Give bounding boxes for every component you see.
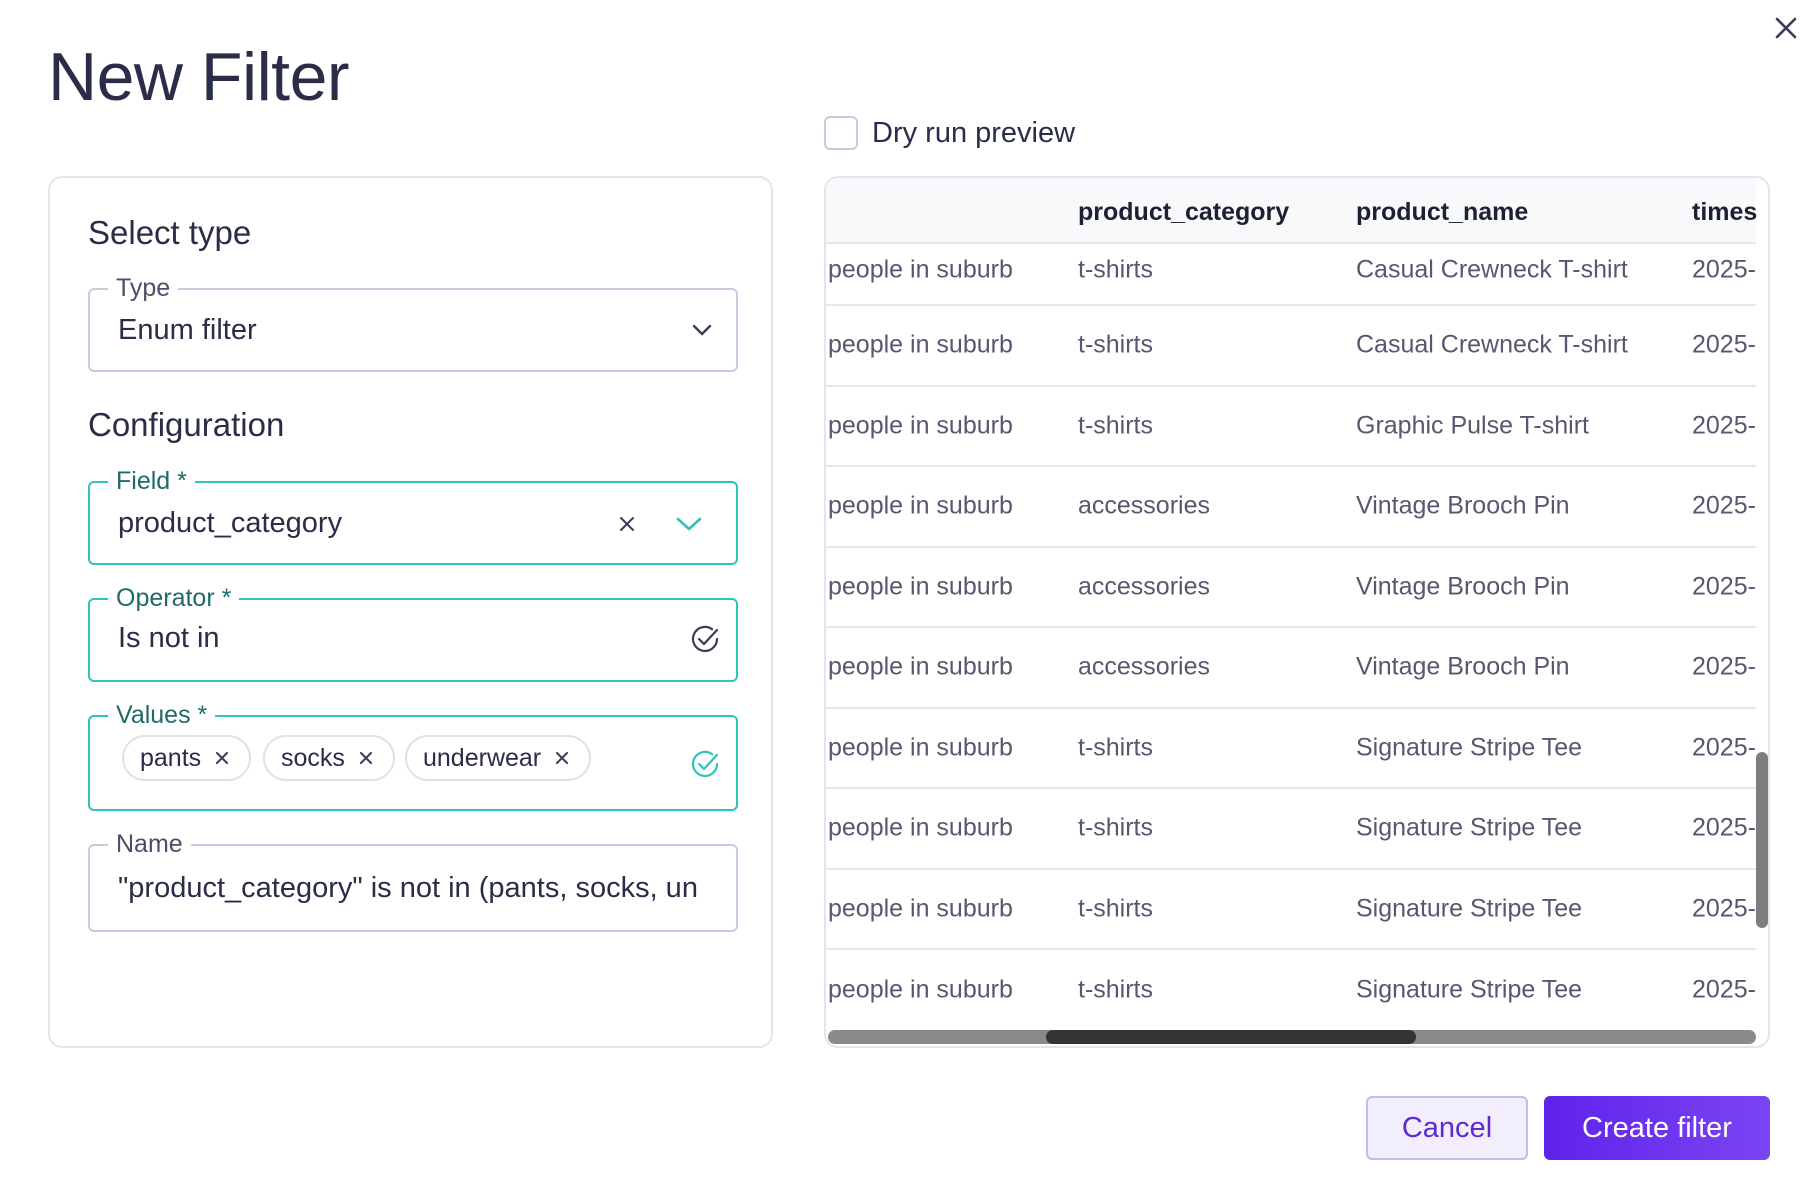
horizontal-scrollbar-thumb[interactable] [1046, 1030, 1416, 1044]
table-cell: people in suburb [828, 652, 1013, 681]
table-cell: t-shirts [1078, 255, 1153, 284]
table-row: people in suburb t-shirts Casual Crewnec… [826, 244, 1756, 306]
table-cell: accessories [1078, 652, 1210, 681]
table-cell: people in suburb [828, 813, 1013, 842]
table-cell: people in suburb [828, 894, 1013, 923]
table-row: people in suburb accessories Vintage Bro… [826, 548, 1756, 628]
table-row: people in suburb t-shirts Graphic Pulse … [826, 387, 1756, 467]
table-row: people in suburb accessories Vintage Bro… [826, 628, 1756, 709]
table-cell: t-shirts [1078, 733, 1153, 762]
cancel-button[interactable]: Cancel [1366, 1096, 1528, 1160]
table-row: people in suburb t-shirts Signature Stri… [826, 870, 1756, 950]
table-cell: people in suburb [828, 491, 1013, 520]
dry-run-label: Dry run preview [872, 116, 1076, 149]
check-circle-icon [688, 622, 722, 656]
chip-label: underwear [423, 743, 542, 772]
column-header: times [1692, 198, 1758, 226]
table-cell: 2025- [1692, 330, 1756, 359]
table-row: people in suburb t-shirts Signature Stri… [826, 950, 1756, 1031]
table-cell: Signature Stripe Tee [1356, 733, 1583, 762]
table-cell: Signature Stripe Tee [1356, 813, 1583, 842]
value-chip-underwear: underwear [405, 735, 592, 781]
table-cell: people in suburb [828, 572, 1013, 601]
horizontal-scrollbar[interactable] [828, 1030, 1756, 1044]
table-cell: 2025- [1692, 733, 1756, 762]
table-cell: Graphic Pulse T-shirt [1356, 411, 1589, 440]
table-cell: t-shirts [1078, 411, 1153, 440]
remove-chip-icon[interactable] [551, 747, 573, 769]
table-cell: Vintage Brooch Pin [1356, 652, 1570, 681]
table-cell: accessories [1078, 491, 1210, 520]
remove-chip-icon[interactable] [355, 747, 377, 769]
table-cell: 2025- [1692, 813, 1756, 842]
vertical-scrollbar[interactable] [1756, 752, 1768, 928]
table-cell: t-shirts [1078, 894, 1153, 923]
chip-label: pants [140, 743, 202, 772]
table-cell: people in suburb [828, 733, 1013, 762]
table-cell: Casual Crewneck T-shirt [1356, 255, 1628, 284]
table-cell: people in suburb [828, 975, 1013, 1004]
table-cell: 2025- [1692, 491, 1756, 520]
remove-chip-icon[interactable] [211, 747, 233, 769]
type-value: Enum filter [118, 314, 257, 346]
table-cell: Signature Stripe Tee [1356, 894, 1583, 923]
table-cell: accessories [1078, 572, 1210, 601]
field-label: Field * [108, 466, 195, 496]
table-cell: 2025- [1692, 411, 1756, 440]
table-cell: Vintage Brooch Pin [1356, 491, 1570, 520]
dry-run-toggle[interactable]: Dry run preview [824, 116, 1075, 150]
operator-value: Is not in [118, 622, 220, 654]
table-cell: t-shirts [1078, 975, 1153, 1004]
operator-label: Operator * [108, 583, 240, 613]
configuration-heading: Configuration [88, 406, 285, 443]
clear-icon[interactable] [614, 511, 640, 537]
table-row: people in suburb accessories Vintage Bro… [826, 467, 1756, 548]
type-label: Type [108, 273, 179, 303]
type-select[interactable]: Type Enum filter [88, 273, 738, 372]
table-cell: 2025- [1692, 652, 1756, 681]
filter-config-panel: Select type Type Enum filter Configurati… [48, 176, 773, 1048]
table-cell: t-shirts [1078, 330, 1153, 359]
preview-table: product_category product_name times peop… [824, 176, 1770, 1048]
name-value[interactable]: "product_category" is not in (pants, soc… [118, 872, 718, 905]
dry-run-checkbox[interactable] [824, 116, 858, 150]
name-label: Name [108, 829, 191, 859]
table-cell: Vintage Brooch Pin [1356, 572, 1570, 601]
table-cell: t-shirts [1078, 813, 1153, 842]
values-label: Values * [108, 700, 216, 730]
chip-label: socks [281, 743, 345, 772]
column-header: product_category [1078, 198, 1290, 226]
field-value: product_category [118, 507, 343, 539]
table-row: people in suburb t-shirts Signature Stri… [826, 789, 1756, 870]
table-cell: 2025- [1692, 255, 1756, 284]
table-cell: 2025- [1692, 975, 1756, 1004]
table-cell: Casual Crewneck T-shirt [1356, 330, 1628, 359]
operator-select[interactable]: Operator * Is not in [88, 583, 738, 682]
create-filter-button[interactable]: Create filter [1544, 1096, 1770, 1160]
table-row: people in suburb t-shirts Casual Crewnec… [826, 306, 1756, 387]
table-cell: 2025- [1692, 894, 1756, 923]
table-row: people in suburb t-shirts Signature Stri… [826, 709, 1756, 789]
values-multiselect[interactable]: Values * pants socks underwear [88, 700, 738, 811]
table-cell: people in suburb [828, 411, 1013, 440]
dialog-title: New Filter [48, 39, 350, 115]
table-cell: Signature Stripe Tee [1356, 975, 1583, 1004]
value-chip-socks: socks [263, 735, 395, 781]
chevron-down-icon[interactable] [688, 316, 716, 344]
select-type-heading: Select type [88, 214, 252, 251]
field-select[interactable]: Field * product_category [88, 466, 738, 565]
value-chip-pants: pants [122, 735, 252, 781]
table-cell: people in suburb [828, 255, 1013, 284]
table-cell: 2025- [1692, 572, 1756, 601]
check-circle-icon [688, 747, 722, 781]
name-input[interactable]: Name "product_category" is not in (pants… [88, 829, 738, 932]
table-cell: people in suburb [828, 330, 1013, 359]
close-icon[interactable] [1768, 10, 1804, 46]
chevron-down-icon[interactable] [672, 509, 706, 539]
column-header: product_name [1356, 198, 1529, 226]
table-header: product_category product_name times [826, 178, 1758, 244]
table-body: people in suburb t-shirts Casual Crewnec… [826, 244, 1756, 1031]
